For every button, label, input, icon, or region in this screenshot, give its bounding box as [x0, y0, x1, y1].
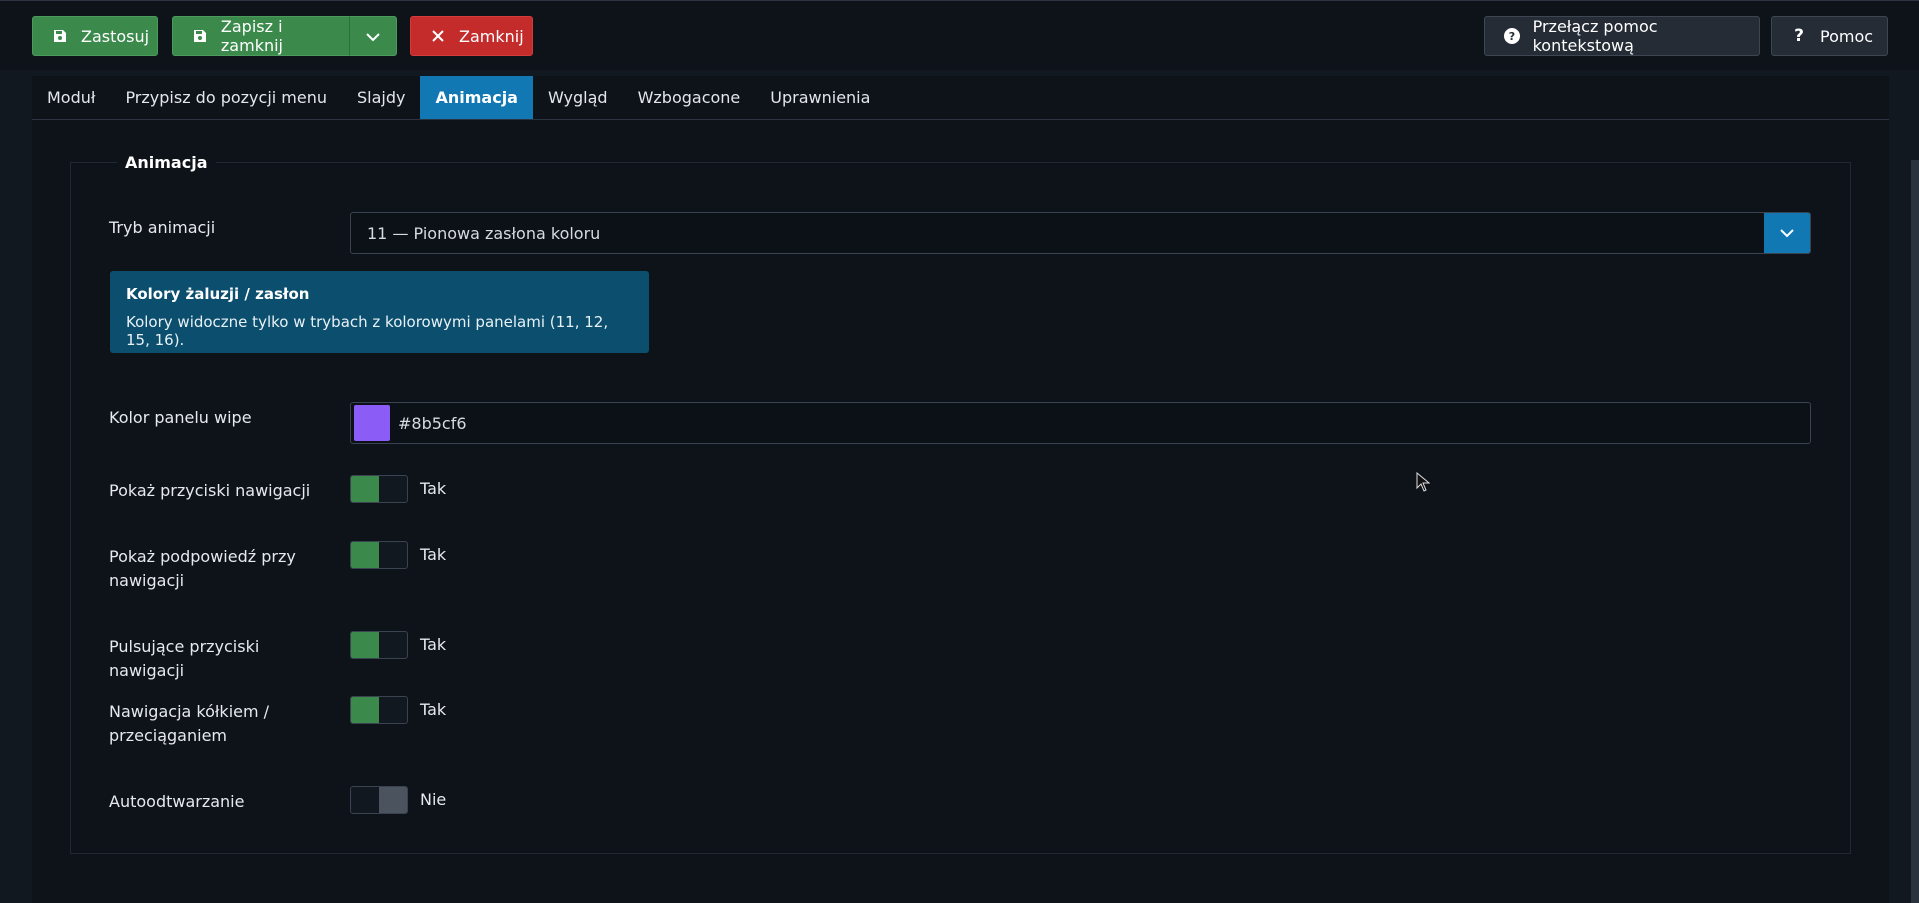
- svg-text:?: ?: [1509, 30, 1515, 43]
- wipe-color-value: #8b5cf6: [398, 413, 467, 433]
- save-options-dropdown-button[interactable]: [349, 16, 397, 56]
- apply-button[interactable]: Zastosuj: [32, 16, 158, 56]
- close-label: Zamknij: [459, 26, 524, 46]
- pulsing-nav-buttons-state: Tak: [420, 635, 447, 654]
- animation-mode-label: Tryb animacji: [109, 218, 216, 237]
- show-nav-tooltip-switch[interactable]: [350, 541, 408, 569]
- wipe-color-label: Kolor panelu wipe: [109, 408, 252, 427]
- chevron-down-icon[interactable]: [1764, 213, 1810, 253]
- autoplay-label: Autoodtwarzanie: [109, 792, 245, 811]
- toggle-help-label: Przełącz pomoc kontekstową: [1532, 17, 1658, 55]
- pulsing-nav-buttons-label: Pulsujące przyciski nawigacji: [109, 637, 260, 680]
- wheel-drag-nav-switch[interactable]: [350, 696, 408, 724]
- autoplay-switch[interactable]: [350, 786, 408, 814]
- show-nav-buttons-switch[interactable]: [350, 475, 408, 503]
- tab-appearance[interactable]: Wygląd: [533, 76, 623, 119]
- question-icon: ?: [1794, 26, 1804, 46]
- animation-mode-select[interactable]: 11 — Pionowa zasłona koloru: [350, 212, 1811, 254]
- question-circle-icon: ?: [1503, 27, 1521, 45]
- tab-list: Moduł Przypisz do pozycji menu Slajdy An…: [32, 76, 1889, 120]
- alert-heading: Kolory żaluzji / zasłon: [126, 285, 310, 303]
- chevron-down-icon: [365, 27, 381, 46]
- apply-label: Zastosuj: [81, 26, 150, 46]
- mouse-pointer-icon: [1416, 471, 1431, 496]
- pulsing-nav-buttons-switch[interactable]: [350, 631, 408, 659]
- show-nav-buttons-state: Tak: [420, 479, 447, 498]
- animation-fieldset: Animacja: [70, 153, 1851, 854]
- page-scrollbar[interactable]: [1911, 160, 1919, 903]
- save-close-button[interactable]: Zapisz i zamknij: [172, 16, 349, 56]
- fieldset-legend: Animacja: [117, 153, 216, 172]
- autoplay-state: Nie: [420, 790, 447, 809]
- toolbar: Zastosuj Zapisz i zamknij Zamknij ? Prze…: [0, 0, 1919, 70]
- alert-text: Kolory widoczne tylko w trybach z koloro…: [126, 313, 609, 349]
- show-nav-buttons-label: Pokaż przyciski nawigacji: [109, 481, 311, 500]
- help-label: Pomoc: [1820, 26, 1874, 46]
- tab-enhanced[interactable]: Wzbogacone: [623, 76, 756, 119]
- tab-permissions[interactable]: Uprawnienia: [755, 76, 885, 119]
- show-nav-tooltip-state: Tak: [420, 545, 447, 564]
- wheel-drag-nav-state: Tak: [420, 700, 447, 719]
- color-swatch[interactable]: [354, 405, 390, 441]
- close-icon: [429, 27, 447, 45]
- wheel-drag-nav-label: Nawigacja kółkiem / przeciąganiem: [109, 702, 270, 745]
- tab-menu-assignment[interactable]: Przypisz do pozycji menu: [110, 76, 342, 119]
- save-icon: [51, 27, 69, 45]
- tab-animation[interactable]: Animacja: [420, 76, 533, 119]
- animation-mode-value: 11 — Pionowa zasłona koloru: [367, 223, 601, 243]
- wipe-color-field[interactable]: #8b5cf6: [350, 402, 1811, 444]
- close-button[interactable]: Zamknij: [410, 16, 533, 56]
- info-alert: Kolory żaluzji / zasłon Kolory widoczne …: [110, 271, 649, 353]
- show-nav-tooltip-label: Pokaż podpowiedź przy nawigacji: [109, 547, 296, 590]
- save-close-label: Zapisz i zamknij: [220, 17, 283, 55]
- tab-slides[interactable]: Slajdy: [342, 76, 420, 119]
- help-button[interactable]: ? Pomoc: [1771, 16, 1888, 56]
- toggle-inline-help-button[interactable]: ? Przełącz pomoc kontekstową: [1484, 16, 1760, 56]
- save-icon: [191, 27, 209, 45]
- tab-module[interactable]: Moduł: [32, 76, 110, 119]
